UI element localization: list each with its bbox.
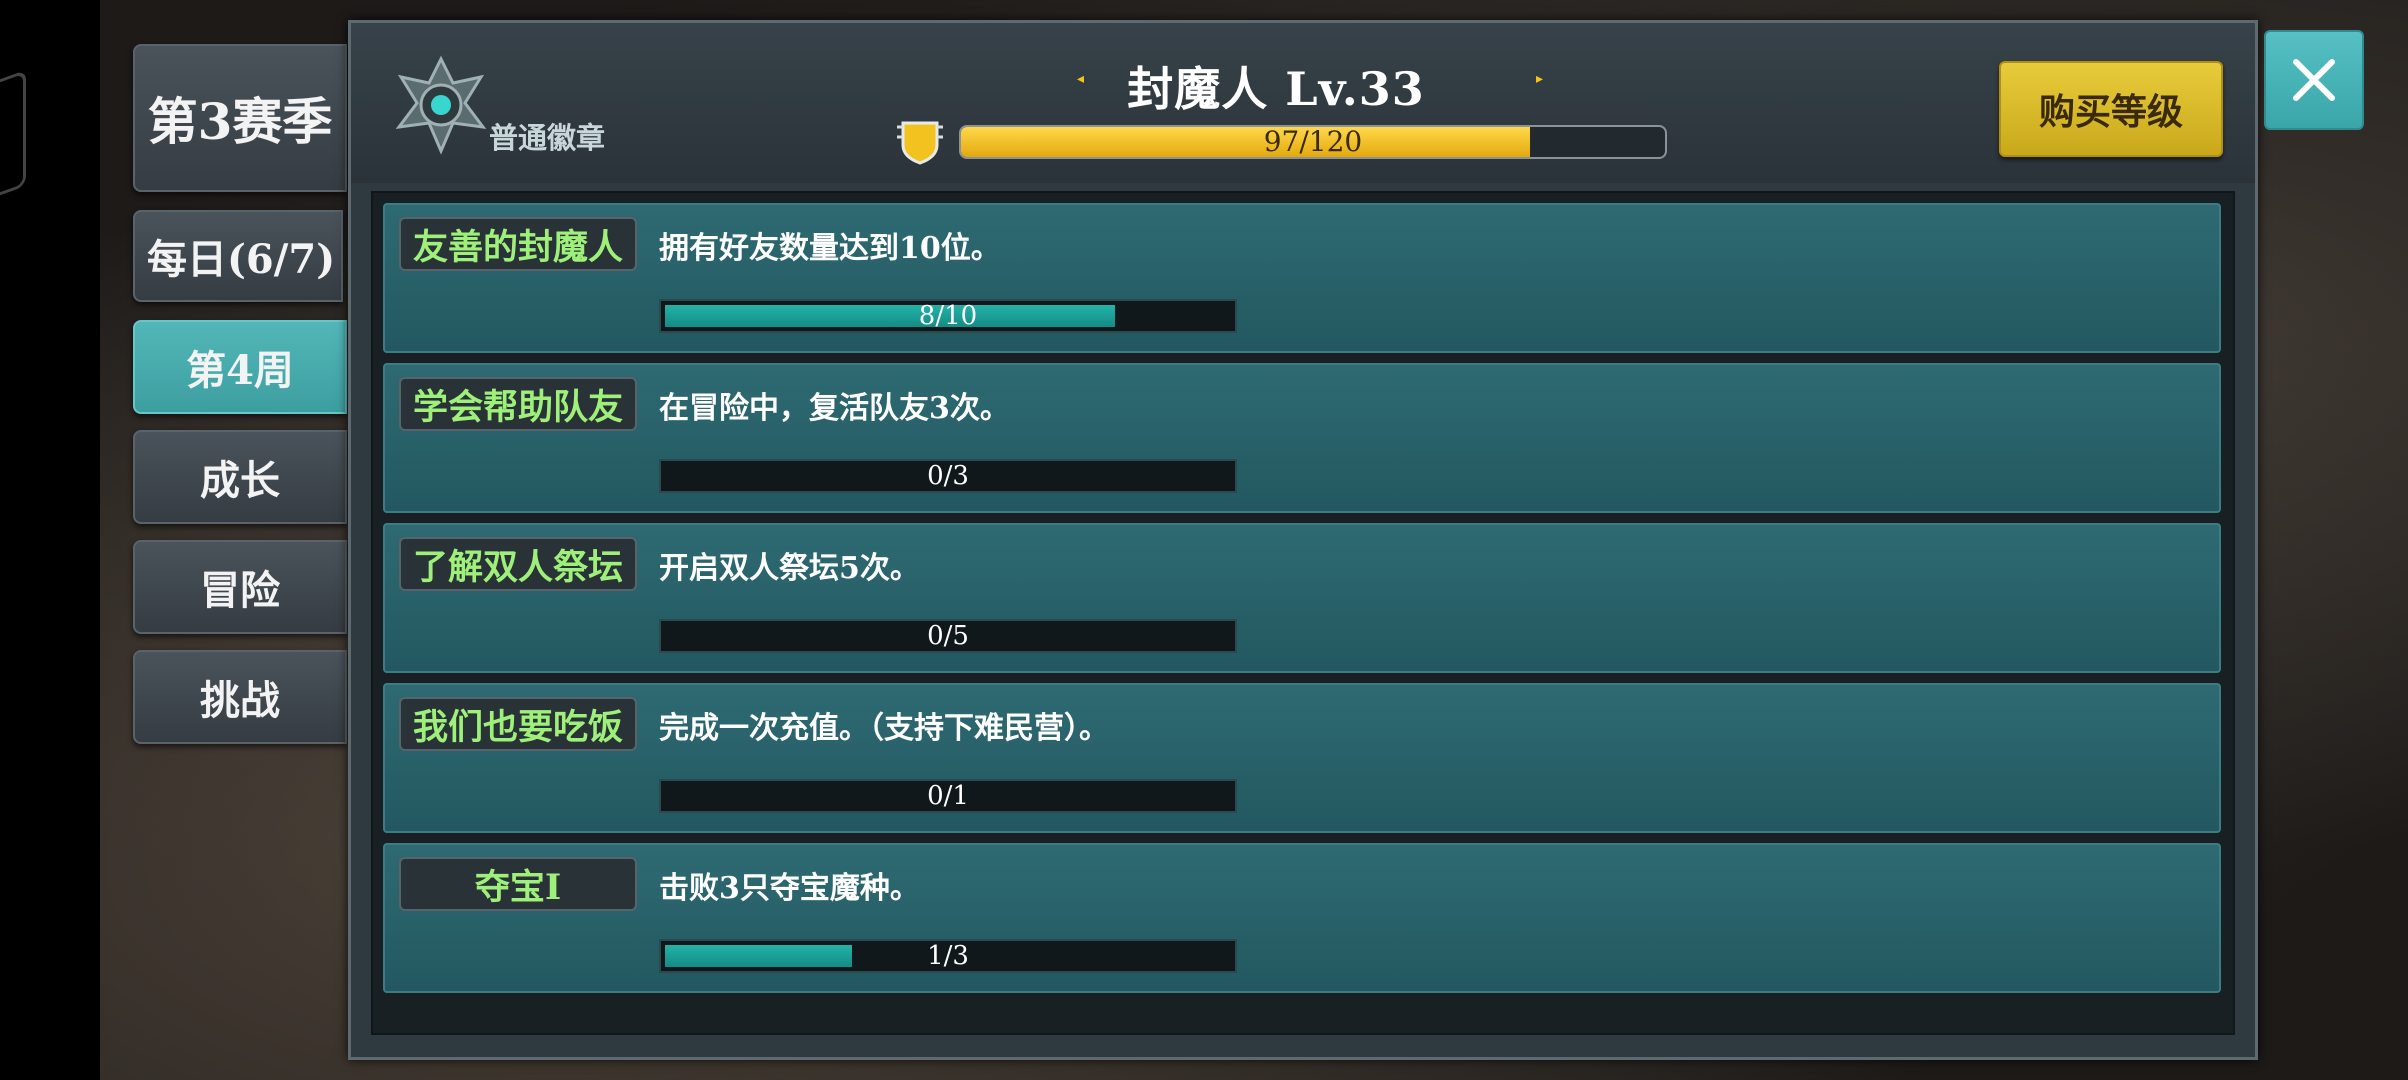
quest-progress-bar: 8/10: [659, 299, 1237, 333]
quest-progress-text: 0/3: [927, 461, 969, 491]
quest-progress-bar: 0/1: [659, 779, 1237, 813]
tab-daily[interactable]: 每日(6/7): [133, 210, 343, 302]
badge-label: 普通徽章: [489, 121, 606, 155]
quest-name: 我们也要吃饭: [399, 697, 637, 751]
tab-adventure[interactable]: 冒险: [133, 540, 347, 634]
quest-name: 友善的封魔人: [399, 217, 637, 271]
left-black-strip: [0, 0, 100, 1080]
quest-progress-bar: 0/3: [659, 459, 1237, 493]
quest-row[interactable]: 我们也要吃饭 完成一次充值。（支持下难民营）。 0/1: [383, 683, 2221, 833]
quest-progress-text: 1/3: [927, 941, 969, 971]
quest-progress-bar: 0/5: [659, 619, 1237, 653]
quest-row[interactable]: 了解双人祭坛 开启双人祭坛5次。 0/5: [383, 523, 2221, 673]
buy-level-button[interactable]: 购买等级: [1999, 61, 2223, 157]
tab-growth[interactable]: 成长: [133, 430, 347, 524]
quest-progress-text: 8/10: [918, 301, 978, 331]
close-button[interactable]: [2264, 30, 2364, 130]
quest-name: 夺宝I: [399, 857, 637, 911]
xp-progress-bar: 97/120: [959, 125, 1667, 159]
close-icon: [2293, 59, 2335, 101]
quest-progress-text: 0/1: [927, 781, 969, 811]
quest-row[interactable]: 学会帮助队友 在冒险中，复活队友3次。 0/3: [383, 363, 2221, 513]
quest-progress-text: 0/5: [927, 621, 969, 651]
tab-season[interactable]: 第3赛季: [133, 44, 347, 192]
xp-progress-text: 97/120: [1263, 125, 1363, 158]
tab-week-4[interactable]: 第4周: [133, 320, 347, 414]
quest-name: 了解双人祭坛: [399, 537, 637, 591]
panel-header: 普通徽章 ◂ 封魔人 Lv.33 ▸ 97/120 购买等级: [351, 23, 2255, 183]
quest-list[interactable]: 友善的封魔人 拥有好友数量达到10位。 8/10 学会帮助队友 在冒险中，复活队友3次。…: [371, 191, 2235, 1035]
arrow-right-icon: ▸: [1536, 71, 1544, 87]
quest-row[interactable]: 夺宝I 击败3只夺宝魔种。 1/3: [383, 843, 2221, 993]
quest-name: 学会帮助队友: [399, 377, 637, 431]
level-shield-icon: [897, 121, 943, 165]
quest-row[interactable]: 友善的封魔人 拥有好友数量达到10位。 8/10: [383, 203, 2221, 353]
level-title: 封魔人 Lv.33: [1127, 62, 1425, 116]
quest-description: 完成一次充值。（支持下难民营）。: [659, 711, 1109, 746]
level-title-wrap: 封魔人 Lv.33: [1051, 53, 1501, 119]
tab-challenge[interactable]: 挑战: [133, 650, 347, 744]
badge-emblem-icon: [395, 55, 487, 155]
quest-description: 开启双人祭坛5次。: [659, 551, 920, 586]
hexagon-decoration: [0, 69, 26, 207]
quest-progress-bar: 1/3: [659, 939, 1237, 973]
quest-description: 击败3只夺宝魔种。: [659, 871, 920, 906]
quest-description: 在冒险中，复活队友3次。: [659, 391, 1010, 426]
battle-pass-panel: 普通徽章 ◂ 封魔人 Lv.33 ▸ 97/120 购买等级 友善的封魔人 拥有好…: [348, 20, 2258, 1060]
quest-description: 拥有好友数量达到10位。: [659, 231, 1001, 266]
